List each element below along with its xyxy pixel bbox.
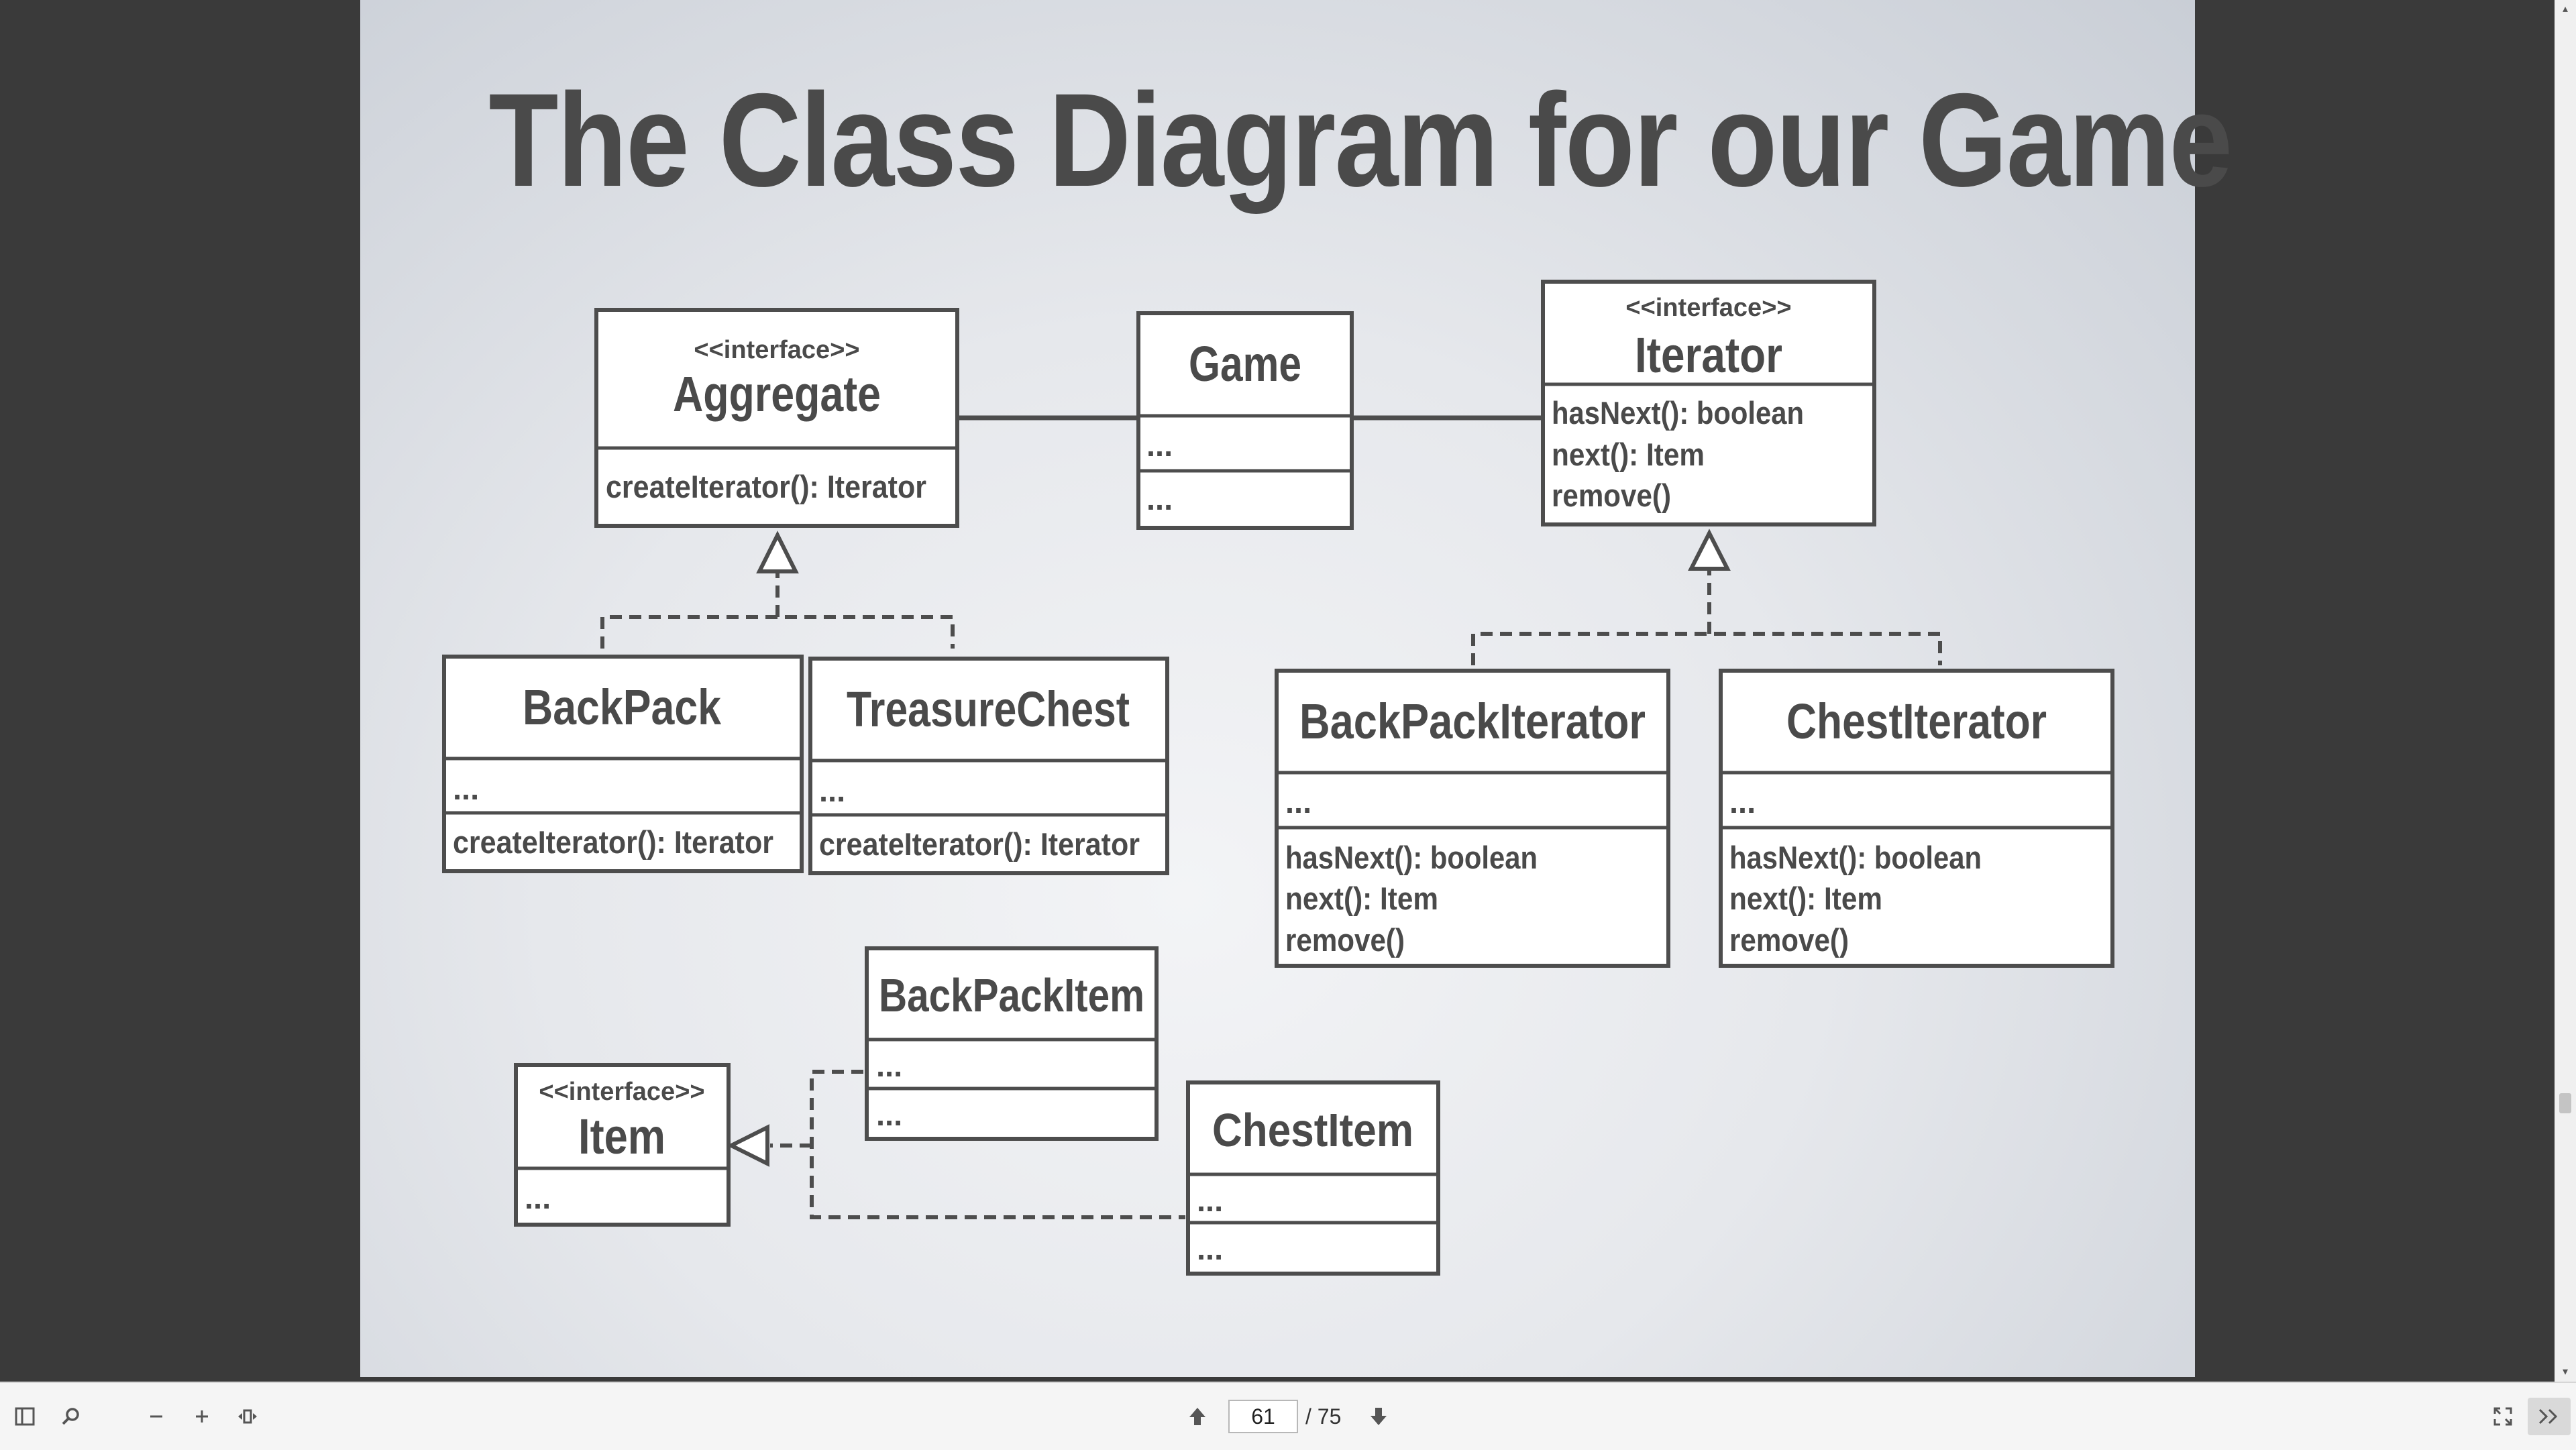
- scrollbar-thumb[interactable]: [2559, 1093, 2571, 1113]
- scroll-down-icon[interactable]: ▾: [2555, 1364, 2576, 1380]
- slide-page: The Class Diagram for our Game <<interfa…: [360, 0, 2233, 1377]
- backpackiterator-method: next(): Item: [1285, 881, 1438, 916]
- backpackiterator-attributes: ...: [1285, 784, 1311, 820]
- game-methods: ...: [1146, 481, 1173, 516]
- game-attributes: ...: [1146, 427, 1173, 463]
- fullscreen-icon[interactable]: [2486, 1400, 2520, 1433]
- chestiterator-method: next(): Item: [1729, 881, 1882, 916]
- backpack-name: BackPack: [523, 679, 722, 735]
- realization-aggregate: [600, 615, 955, 649]
- backpackitem-attributes: ...: [876, 1048, 902, 1083]
- class-item: <<interface>> Item ...: [514, 1063, 731, 1227]
- class-chestitem: ChestItem ... ...: [1186, 1080, 1440, 1276]
- class-game: Game ... ...: [1136, 311, 1354, 530]
- page-total: / 75: [1305, 1404, 1342, 1429]
- class-aggregate: <<interface>> Aggregate createIterator()…: [594, 308, 959, 528]
- zoom-in-icon[interactable]: [185, 1400, 219, 1433]
- next-page-icon[interactable]: [1362, 1400, 1395, 1433]
- backpack-attributes: ...: [453, 771, 479, 806]
- iterator-method: remove(): [1552, 478, 1671, 513]
- sidebar-toggle-icon[interactable]: [8, 1400, 42, 1433]
- realization-arrow-iterator: [1688, 528, 1731, 571]
- realization-arrow-item: [727, 1124, 769, 1167]
- class-diagram: <<interface>> Aggregate createIterator()…: [442, 280, 2114, 1276]
- search-icon[interactable]: [54, 1400, 87, 1433]
- vertical-scrollbar[interactable]: ▴ ▾: [2555, 0, 2576, 1382]
- treasurechest-method: createIterator(): Iterator: [819, 826, 1140, 862]
- iterator-stereotype: <<interface>>: [1625, 294, 1791, 322]
- backpackitem-name: BackPackItem: [879, 969, 1144, 1021]
- treasurechest-attributes: ...: [819, 773, 845, 808]
- backpackiterator-name: BackPackIterator: [1299, 693, 1646, 749]
- class-backpackitem: BackPackItem ... ...: [865, 946, 1159, 1141]
- iterator-name: Iterator: [1635, 327, 1782, 383]
- class-treasurechest: TreasureChest ... createIterator(): Iter…: [808, 657, 1169, 875]
- document-viewer: The Class Diagram for our Game <<interfa…: [0, 0, 2555, 1382]
- aggregate-name: Aggregate: [673, 366, 881, 422]
- iterator-method: hasNext(): boolean: [1552, 395, 1804, 431]
- scroll-up-icon[interactable]: ▴: [2555, 1, 2576, 17]
- chestitem-name: ChestItem: [1212, 1104, 1413, 1156]
- chestitem-methods: ...: [1197, 1231, 1223, 1266]
- fit-page-icon[interactable]: [231, 1400, 264, 1433]
- backpackiterator-method: remove(): [1285, 922, 1405, 958]
- class-chestiterator: ChestIterator ... hasNext(): boolean nex…: [1719, 669, 2114, 968]
- backpack-method: createIterator(): Iterator: [453, 824, 773, 860]
- item-stereotype: <<interface>>: [539, 1078, 704, 1106]
- viewer-toolbar: / 75: [0, 1382, 2576, 1450]
- backpackitem-methods: ...: [876, 1097, 902, 1132]
- treasurechest-name: TreasureChest: [847, 681, 1130, 737]
- chestiterator-method: remove(): [1729, 922, 1849, 958]
- chestiterator-attributes: ...: [1729, 784, 1756, 820]
- chestitem-attributes: ...: [1197, 1182, 1223, 1218]
- iterator-method: next(): Item: [1552, 437, 1705, 472]
- game-name: Game: [1189, 336, 1301, 392]
- realization-arrow-aggregate: [756, 531, 799, 573]
- page-number-input[interactable]: [1228, 1400, 1298, 1433]
- aggregate-stereotype: <<interface>>: [694, 336, 859, 364]
- aggregate-method: createIterator(): Iterator: [606, 469, 926, 504]
- chestiterator-name: ChestIterator: [1786, 693, 2047, 749]
- item-attributes: ...: [525, 1180, 551, 1215]
- item-name: Item: [578, 1109, 665, 1164]
- expand-icon[interactable]: [2528, 1398, 2571, 1435]
- previous-page-icon[interactable]: [1181, 1400, 1214, 1433]
- backpackiterator-method: hasNext(): boolean: [1285, 840, 1538, 875]
- class-backpackiterator: BackPackIterator ... hasNext(): boolean …: [1275, 669, 1670, 968]
- class-iterator: <<interface>> Iterator hasNext(): boolea…: [1541, 280, 1876, 526]
- zoom-out-icon[interactable]: [140, 1400, 173, 1433]
- realization-iterator: [1471, 632, 1942, 665]
- chestiterator-method: hasNext(): boolean: [1729, 840, 1982, 875]
- class-backpack: BackPack ... createIterator(): Iterator: [442, 655, 804, 873]
